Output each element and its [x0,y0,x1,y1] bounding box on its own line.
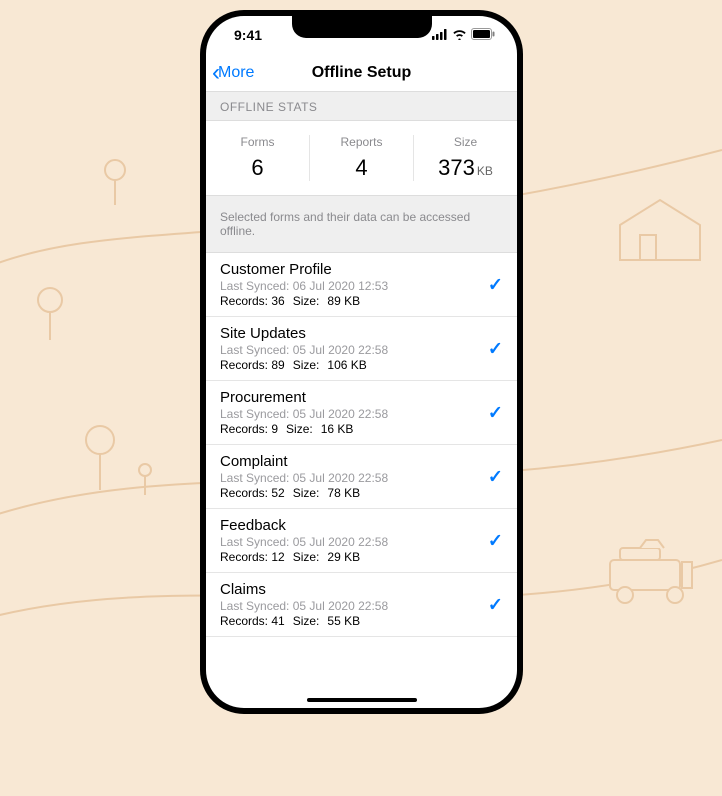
info-text: Selected forms and their data can be acc… [206,195,517,253]
item-last-synced: Last Synced: 05 Jul 2020 22:58 [220,535,503,549]
check-icon: ✓ [488,402,503,423]
back-button[interactable]: ‹ More [206,61,254,85]
phone-notch [292,16,432,38]
home-indicator[interactable] [307,698,417,702]
item-meta: Records: 36Size:89 KB [220,294,503,308]
item-title: Complaint [220,453,503,470]
wifi-icon [452,27,467,43]
stat-size-value: 373KB [414,155,517,181]
signal-icon [432,27,448,43]
list-item[interactable]: ProcurementLast Synced: 05 Jul 2020 22:5… [206,381,517,445]
list-item[interactable]: ComplaintLast Synced: 05 Jul 2020 22:58R… [206,445,517,509]
item-last-synced: Last Synced: 05 Jul 2020 22:58 [220,407,503,421]
item-meta: Records: 12Size:29 KB [220,550,503,564]
stat-reports: Reports 4 [310,135,414,181]
nav-bar: ‹ More Offline Setup [206,54,517,92]
battery-icon [471,27,495,43]
check-icon: ✓ [488,274,503,295]
stat-size-label: Size [414,135,517,149]
stat-size: Size 373KB [414,135,517,181]
list-item[interactable]: Site UpdatesLast Synced: 05 Jul 2020 22:… [206,317,517,381]
item-meta: Records: 9Size:16 KB [220,422,503,436]
stat-forms: Forms 6 [206,135,310,181]
phone-frame: 9:41 ‹ More Offline Setup OFFLINE STATS [200,10,523,714]
list-item[interactable]: ClaimsLast Synced: 05 Jul 2020 22:58Reco… [206,573,517,637]
item-meta: Records: 89Size:106 KB [220,358,503,372]
item-last-synced: Last Synced: 05 Jul 2020 22:58 [220,471,503,485]
item-last-synced: Last Synced: 05 Jul 2020 22:58 [220,343,503,357]
stat-forms-value: 6 [206,155,309,181]
list-item[interactable]: FeedbackLast Synced: 05 Jul 2020 22:58Re… [206,509,517,573]
stat-reports-label: Reports [310,135,413,149]
phone-screen: 9:41 ‹ More Offline Setup OFFLINE STATS [206,16,517,708]
status-time: 9:41 [234,27,262,43]
forms-list[interactable]: Customer ProfileLast Synced: 06 Jul 2020… [206,253,517,708]
check-icon: ✓ [488,466,503,487]
item-title: Claims [220,581,503,598]
item-last-synced: Last Synced: 06 Jul 2020 12:53 [220,279,503,293]
check-icon: ✓ [488,338,503,359]
section-header-offline-stats: OFFLINE STATS [206,92,517,121]
list-item[interactable]: Customer ProfileLast Synced: 06 Jul 2020… [206,253,517,317]
item-meta: Records: 52Size:78 KB [220,486,503,500]
item-title: Customer Profile [220,261,503,278]
back-label: More [218,64,254,82]
item-meta: Records: 41Size:55 KB [220,614,503,628]
stat-forms-label: Forms [206,135,309,149]
check-icon: ✓ [488,594,503,615]
item-last-synced: Last Synced: 05 Jul 2020 22:58 [220,599,503,613]
item-title: Feedback [220,517,503,534]
item-title: Site Updates [220,325,503,342]
check-icon: ✓ [488,530,503,551]
item-title: Procurement [220,389,503,406]
stat-reports-value: 4 [310,155,413,181]
stats-row: Forms 6 Reports 4 Size 373KB [206,121,517,195]
